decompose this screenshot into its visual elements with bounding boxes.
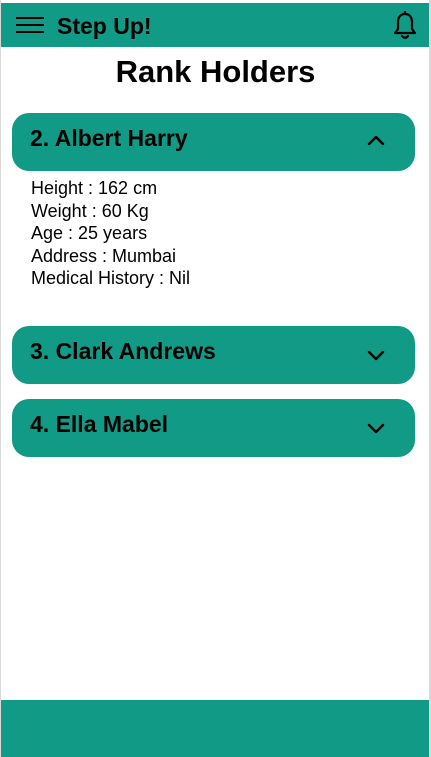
hamburger-menu-icon[interactable] — [16, 17, 44, 34]
bottom-bar — [1, 700, 429, 757]
chevron-up-icon — [367, 135, 385, 146]
top-app-bar: Step Up! — [1, 3, 429, 47]
chevron-down-icon — [367, 350, 385, 361]
accordion-header-albert-harry[interactable]: 2. Albert Harry — [12, 113, 415, 171]
accordion-title: 3. Clark Andrews — [30, 338, 216, 364]
bell-icon[interactable] — [392, 11, 418, 41]
accordion-header-ella-mabel[interactable]: 4. Ella Mabel — [12, 399, 415, 457]
accordion-header-clark-andrews[interactable]: 3. Clark Andrews — [12, 326, 415, 384]
detail-weight: Weight : 60 Kg — [31, 200, 149, 221]
detail-address: Address : Mumbai — [31, 245, 177, 266]
app-title: Step Up! — [57, 13, 152, 39]
detail-age: Age : 25 years — [31, 223, 148, 243]
detail-medical-history: Medical History : Nil — [31, 268, 191, 288]
detail-height: Height : 162 cm — [31, 178, 158, 198]
app-screen: Step Up! Rank Holders 2. Albert Harry He… — [0, 0, 431, 757]
page-title: Rank Holders — [115, 54, 316, 89]
chevron-down-icon — [367, 423, 385, 434]
accordion-title: 2. Albert Harry — [30, 125, 188, 151]
accordion-details-albert-harry: Height : 162 cm Weight : 60 Kg Age : 25 … — [31, 177, 190, 290]
accordion-title: 4. Ella Mabel — [30, 411, 169, 437]
